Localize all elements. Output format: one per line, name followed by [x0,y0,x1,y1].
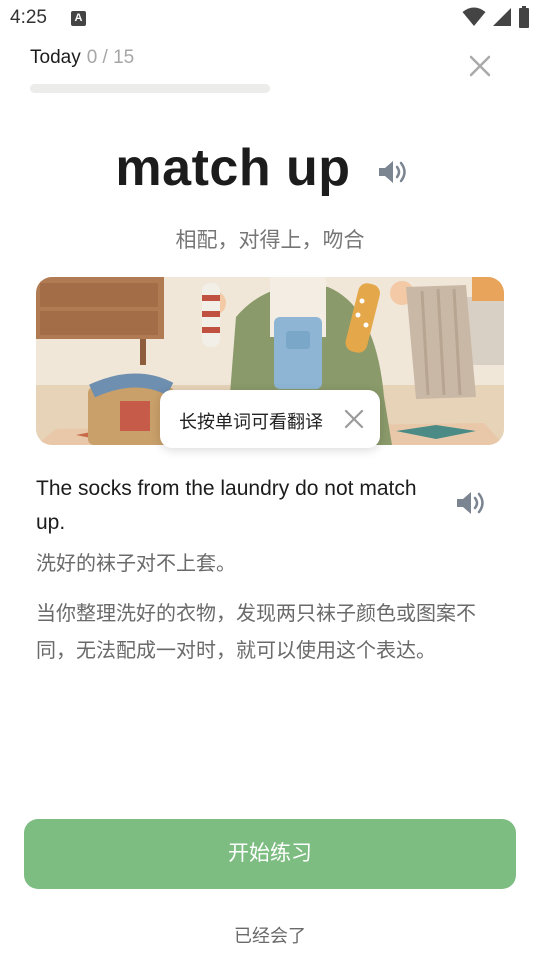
notification-icon: A [71,11,86,26]
word-translation: 相配，对得上，吻合 [175,229,365,252]
status-time: 4:25 [10,7,47,28]
progress-label: Today 0 / 15 [30,47,134,69]
example-sentence[interactable]: The socks from the laundry do not match … [36,472,436,540]
close-button[interactable] [466,52,494,80]
progress-title: Today [30,47,81,68]
signal-icon [493,8,511,26]
translation-tip: 长按单词可看翻译 [160,390,380,448]
tooltip-close-button[interactable] [344,409,364,429]
battery-icon [519,6,529,28]
wifi-icon [462,7,486,26]
sentence-translation: 洗好的袜子对不上套。 [36,553,236,575]
word-speaker-button[interactable] [376,157,412,187]
tooltip-text: 长按单词可看翻译 [179,412,323,432]
close-icon [469,55,491,77]
speaker-icon [379,161,406,183]
progress-count: 0 / 15 [86,47,135,68]
progress-bar [30,84,270,93]
status-bar: 4:25 A [0,0,540,36]
speaker-icon [457,492,484,514]
already-known-link[interactable]: 已经会了 [0,922,540,948]
close-icon [344,409,364,429]
status-icons [462,6,530,28]
start-practice-button[interactable]: 开始练习 [24,819,516,889]
sentence-speaker-button[interactable] [454,488,490,518]
usage-explanation: 当你整理洗好的衣物，发现两只袜子颜色或图案不同，无法配成一对时，就可以使用这个表… [36,603,476,662]
